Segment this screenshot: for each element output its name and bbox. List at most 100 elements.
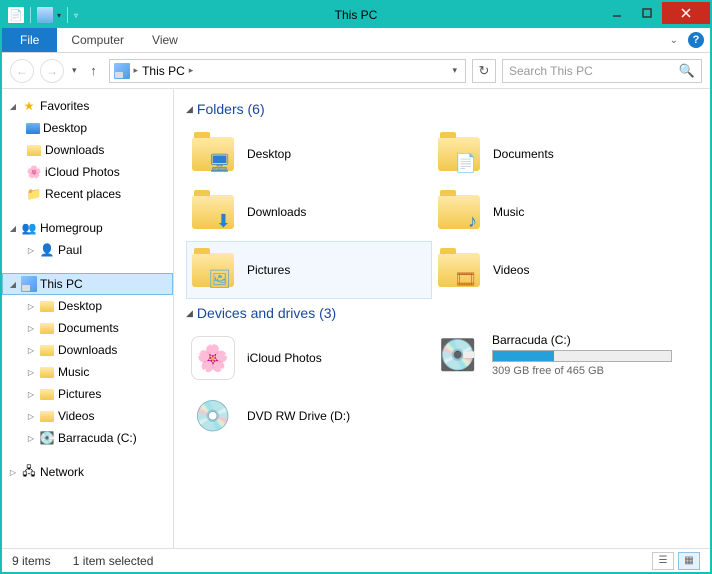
status-item-count: 9 items <box>12 554 51 568</box>
folder-music[interactable]: ♪Music <box>432 183 678 241</box>
breadcrumb-location[interactable]: This PC <box>142 64 185 78</box>
this-pc-icon <box>114 63 130 79</box>
back-button[interactable]: ← <box>10 59 34 83</box>
maximize-button[interactable] <box>632 2 662 24</box>
address-dropdown-icon[interactable]: ▾ <box>452 65 457 76</box>
folder-icon <box>39 408 55 424</box>
titlebar[interactable]: 📄 ▾ ▿ This PC <box>2 2 710 28</box>
folder-videos[interactable]: 🎞 Videos <box>432 241 678 299</box>
minimize-button[interactable] <box>602 2 632 24</box>
tree-item-downloads[interactable]: Downloads <box>2 139 173 161</box>
view-tiles-button[interactable]: ▦ <box>678 552 700 570</box>
expand-icon[interactable]: ▷ <box>26 324 36 333</box>
status-selected-count: 1 item selected <box>73 554 154 568</box>
desktop-icon <box>26 123 40 134</box>
item-label: Videos <box>493 263 529 277</box>
separator <box>67 7 68 23</box>
expand-icon[interactable]: ▷ <box>8 468 18 477</box>
navigation-pane[interactable]: ◢★Favorites Desktop Downloads 🌸iCloud Ph… <box>2 89 174 548</box>
tree-item-music[interactable]: ▷Music <box>2 361 173 383</box>
tree-item-downloads[interactable]: ▷Downloads <box>2 339 173 361</box>
expand-ribbon-icon[interactable]: ⌄ <box>670 35 678 46</box>
tree-item-desktop[interactable]: ▷ Desktop <box>2 295 173 317</box>
history-dropdown-icon[interactable]: ▾ <box>70 65 79 76</box>
collapse-icon[interactable]: ◢ <box>186 308 193 319</box>
drive-c[interactable]: 💽 Barracuda (C:) 309 GB free of 465 GB <box>432 329 678 387</box>
collapse-icon[interactable]: ◢ <box>186 104 193 115</box>
expand-icon[interactable]: ▷ <box>26 246 36 255</box>
refresh-button[interactable]: ↻ <box>472 59 496 83</box>
ribbon: File Computer View ⌄ ? <box>2 28 710 53</box>
tree-item-documents[interactable]: ▷ Documents <box>2 317 173 339</box>
collapse-icon[interactable]: ◢ <box>8 224 18 233</box>
folder-icon <box>39 386 55 402</box>
drive-usage-bar <box>492 350 672 362</box>
collapse-icon[interactable]: ◢ <box>8 280 18 289</box>
body: ◢★Favorites Desktop Downloads 🌸iCloud Ph… <box>2 89 710 548</box>
folder-downloads[interactable]: ⬇Downloads <box>186 183 432 241</box>
folder-icon: 🖥 <box>191 132 235 176</box>
expand-icon[interactable]: ▷ <box>26 390 36 399</box>
tree-favorites: ◢★Favorites Desktop Downloads 🌸iCloud Ph… <box>2 95 173 205</box>
folder-icon <box>39 364 55 380</box>
tree-item-drive-c[interactable]: ▷💽Barracuda (C:) <box>2 427 173 449</box>
folder-documents[interactable]: 📄Documents <box>432 125 678 183</box>
file-tab[interactable]: File <box>2 28 57 52</box>
drive-icloud[interactable]: 🌸iCloud Photos <box>186 329 432 387</box>
folder-icon <box>39 342 55 358</box>
tree-label: Favorites <box>40 99 89 113</box>
up-button[interactable]: ↑ <box>85 62 103 80</box>
search-input[interactable]: Search This PC 🔍 <box>502 59 702 83</box>
section-title: Devices and drives (3) <box>197 305 336 321</box>
tab-view[interactable]: View <box>138 28 192 52</box>
drive-label: Barracuda (C:) <box>492 333 672 347</box>
view-details-button[interactable]: ☰ <box>652 552 674 570</box>
expand-icon[interactable]: ▷ <box>26 368 36 377</box>
tree-item-pictures[interactable]: ▷ Pictures <box>2 383 173 405</box>
expand-icon[interactable]: ▷ <box>26 434 36 443</box>
explorer-window: 📄 ▾ ▿ This PC File Computer View ⌄ ? ← →… <box>0 0 712 574</box>
search-icon: 🔍 <box>679 63 695 79</box>
tree-label: Pictures <box>58 387 101 401</box>
folder-icon: 🎞 <box>437 248 481 292</box>
item-label: iCloud Photos <box>247 351 322 365</box>
tree-node-homegroup[interactable]: ◢👥Homegroup <box>2 217 173 239</box>
tree-item-videos[interactable]: ▷Videos <box>2 405 173 427</box>
close-button[interactable] <box>662 2 710 24</box>
tree-node-favorites[interactable]: ◢★Favorites <box>2 95 173 117</box>
tree-item-icloud[interactable]: 🌸iCloud Photos <box>2 161 173 183</box>
section-folders[interactable]: ◢Folders (6) <box>186 101 698 117</box>
expand-icon[interactable]: ▷ <box>26 302 36 311</box>
hard-drive-icon: 💽 <box>436 333 480 377</box>
computer-icon[interactable] <box>37 7 53 23</box>
chevron-down-icon[interactable]: ▾ <box>57 11 61 20</box>
qat-overflow-icon[interactable]: ▿ <box>74 11 78 20</box>
drive-icon: 💽 <box>39 430 55 446</box>
breadcrumb-arrow-icon[interactable]: ▸ <box>189 65 194 76</box>
tree-item-recent[interactable]: 📁Recent places <box>2 183 173 205</box>
folder-icon <box>26 142 42 158</box>
tree-item-desktop[interactable]: Desktop <box>2 117 173 139</box>
properties-icon[interactable]: 📄 <box>8 7 24 23</box>
item-label: DVD RW Drive (D:) <box>247 409 350 423</box>
tab-computer[interactable]: Computer <box>57 28 138 52</box>
folders-grid: 🖥Desktop 📄Documents ⬇Downloads ♪Music 🖼P… <box>186 125 698 299</box>
folder-desktop[interactable]: 🖥Desktop <box>186 125 432 183</box>
breadcrumb-arrow-icon[interactable]: ▸ <box>134 65 139 76</box>
tree-label: Documents <box>58 321 119 335</box>
forward-button[interactable]: → <box>40 59 64 83</box>
folder-pictures[interactable]: 🖼Pictures <box>186 241 432 299</box>
help-icon[interactable]: ? <box>688 32 704 48</box>
content-pane[interactable]: ◢Folders (6) 🖥Desktop 📄Documents ⬇Downlo… <box>174 89 710 548</box>
drive-dvd[interactable]: 💿DVD RW Drive (D:) <box>186 387 432 445</box>
tree-node-network[interactable]: ▷🖧Network <box>2 461 173 483</box>
this-pc-icon <box>21 276 37 292</box>
tree-node-thispc[interactable]: ◢This PC <box>2 273 173 295</box>
expand-icon[interactable]: ▷ <box>26 346 36 355</box>
section-drives[interactable]: ◢ Devices and drives (3) <box>186 305 698 321</box>
expand-icon[interactable]: ▷ <box>26 412 36 421</box>
address-bar[interactable]: ▸ This PC ▸ ▾ <box>109 59 466 83</box>
collapse-icon[interactable]: ◢ <box>8 102 18 111</box>
tree-label: Desktop <box>58 299 102 313</box>
tree-item-user[interactable]: ▷👤Paul <box>2 239 173 261</box>
